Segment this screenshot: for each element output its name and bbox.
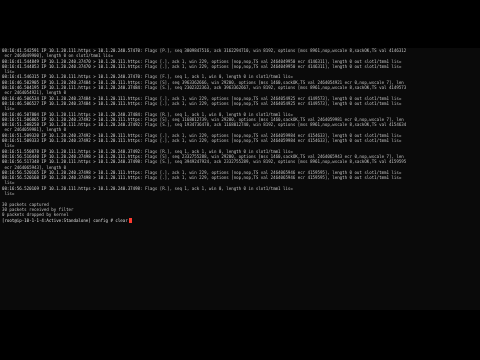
- packet-header: 08:16:51.509320 IP 10.1.20.240.37492 > 1…: [2, 132, 143, 138]
- packet-detail: Flags [S], seq 1168012739, win 29200, op…: [142, 116, 404, 122]
- terminal-window[interactable]: 08:16:41.542591 IP 10.1.20.111.https > 1…: [0, 48, 480, 310]
- packet-header: 08:16:56.520165 IP 10.1.20.240.37498 > 1…: [2, 169, 143, 175]
- packet-detail: Flags [S.], seq 3949247924, ack 23327552…: [142, 159, 407, 165]
- packet-header: 08:16:46.507804 IP 10.1.20.111.https > 1…: [2, 111, 143, 117]
- packet-header: 08:16:46.506534 IP 10.1.20.240.37484 > 1…: [2, 95, 143, 101]
- packet-detail: Flags [.], ack 1, win 229, options [nop,…: [142, 132, 402, 138]
- packet-header: 08:16:51.509333 IP 10.1.20.240.37492 > 1…: [2, 138, 143, 144]
- packet-detail: Flags [S], seq 2332755288, win 29200, op…: [142, 153, 404, 159]
- packet-detail: Flags [S.], seq 1934736478, ack 11680127…: [142, 122, 407, 128]
- packet-detail: Flags [S], seq 3963362666, win 29200, op…: [142, 79, 404, 85]
- packet-detail: 0 packets dropped by kernel: [2, 212, 69, 218]
- cursor-icon: [128, 218, 132, 223]
- packet-header: 08:16:56.516440 IP 10.1.20.240.37498 > 1…: [2, 153, 143, 159]
- packet-detail: Flags [R.], seq 1, ack 1, win 0, length …: [142, 185, 293, 191]
- packet-detail: Flags [.], ack 1, win 229, options [nop,…: [142, 138, 402, 144]
- packet-header: 08:16:56.520168 IP 10.1.20.240.37498 > 1…: [2, 175, 143, 181]
- packet-detail: Flags [.], ack 1, win 229, options [nop,…: [142, 100, 402, 106]
- packet-detail: Flags [.], ack 1, win 229, options [nop,…: [142, 169, 402, 175]
- packet-detail: lis=: [2, 180, 15, 186]
- packet-header: 08:16:41.544853 IP 10.1.20.240.37470 > 1…: [2, 63, 143, 69]
- packet-detail: Flags [F.], seq 1, ack 1, win 0, length …: [142, 74, 293, 80]
- packet-header: 08:16:46.502905 IP 10.1.20.240.37484 > 1…: [2, 79, 143, 85]
- packet-detail: ecr 2464054921], length 0: [2, 90, 67, 96]
- packet-detail: Flags [R.], seq 1, ack 1, win 0, length …: [142, 148, 293, 154]
- packet-header: 08:16:46.504195 IP 10.1.20.111.https > 1…: [2, 85, 143, 91]
- packet-detail: Flags [.], ack 1, win 229, options [nop,…: [142, 58, 402, 64]
- packet-detail: ecr 2464065943], length 0: [2, 164, 67, 170]
- packet-detail: ecr 2464049900], length 0 on slot1/tmm1 …: [2, 53, 113, 59]
- packet-header: 08:16:41.546315 IP 10.1.20.111.https > 1…: [2, 74, 143, 80]
- packet-detail: 30 packets captured: [2, 201, 49, 207]
- packet-header: 08:16:51.508258 IP 10.1.20.111.https > 1…: [2, 122, 143, 128]
- shell-prompt: [root@ip-10-1-1-4:Active:Standalone] con…: [2, 217, 116, 223]
- command-input[interactable]: clear: [115, 218, 127, 223]
- packet-detail: Flags [S.], seq 2302322363, ack 39633626…: [142, 85, 407, 91]
- packet-detail: Flags [.], ack 1, win 229, options [nop,…: [142, 95, 402, 101]
- packet-detail: 30 packets received by filter: [2, 206, 74, 212]
- packet-header: 08:16:41.544849 IP 10.1.20.240.37470 > 1…: [2, 58, 143, 64]
- packet-header: 08:16:56.517348 IP 10.1.20.111.https > 1…: [2, 159, 143, 165]
- packet-header: 08:16:51.506865 IP 10.1.20.240.37492 > 1…: [2, 116, 143, 122]
- packet-header: 08:16:51.550878 IP 10.1.20.111.https > 1…: [2, 148, 143, 154]
- packet-detail: Flags [P.], seq 3809847516, ack 31622947…: [142, 48, 407, 53]
- packet-detail: lis=: [2, 69, 15, 75]
- packet-detail: Flags [.], ack 1, win 229, options [nop,…: [142, 175, 402, 181]
- packet-header: 08:16:41.542591 IP 10.1.20.111.https > 1…: [2, 48, 143, 53]
- packet-detail: Flags [R.], seq 1, ack 1, win 0, length …: [142, 111, 293, 117]
- video-frame: 08:16:41.542591 IP 10.1.20.111.https > 1…: [0, 0, 480, 360]
- packet-detail: lis=: [2, 143, 15, 149]
- packet-detail: lis=: [2, 106, 15, 112]
- packet-detail: ecr 2464059981], length 0: [2, 127, 67, 133]
- prompt-line[interactable]: [root@ip-10-1-1-4:Active:Standalone] con…: [0, 218, 480, 223]
- packet-detail: Flags [.], ack 1, win 229, options [nop,…: [142, 63, 402, 69]
- packet-header: 08:16:46.506527 IP 10.1.20.240.37484 > 1…: [2, 100, 143, 106]
- packet-detail: lis=: [2, 191, 15, 197]
- packet-header: 08:16:56.520169 IP 10.1.20.111.https > 1…: [2, 185, 143, 191]
